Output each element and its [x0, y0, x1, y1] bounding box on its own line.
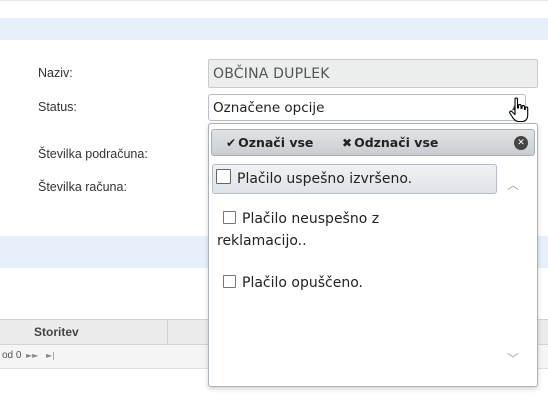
chevron-down-icon[interactable]: ﹀: [507, 350, 519, 367]
option-placilo-neuspesno[interactable]: Plačilo neuspešno z reklamacijo..: [217, 208, 497, 252]
close-circle-icon[interactable]: ✕: [514, 136, 528, 150]
status-select[interactable]: Označene opcije: [208, 94, 526, 121]
x-mark-icon: ✖: [342, 136, 353, 150]
check-all-label: Označi vse: [238, 135, 314, 150]
option-label-line1: Plačilo neuspešno z: [242, 211, 380, 227]
checkmark-icon: ✔: [226, 136, 237, 150]
top-divider: [0, 0, 548, 1]
option-checkbox[interactable]: [223, 275, 236, 288]
section-header-band: [0, 18, 548, 40]
option-checkbox[interactable]: [223, 211, 236, 224]
last-page-icon[interactable]: ►|: [46, 351, 55, 360]
option-label-line2: reklamacijo..: [217, 233, 307, 249]
chevron-up-icon[interactable]: ︿: [507, 176, 519, 193]
option-placilo-opusceno[interactable]: Plačilo opuščeno.: [217, 272, 497, 294]
check-all-button[interactable]: ✔ Označi vse: [226, 135, 313, 150]
next-page-icon[interactable]: ►►: [26, 351, 38, 360]
column-divider: [167, 320, 168, 345]
option-label: Plačilo uspešno izvršeno.: [237, 171, 413, 187]
status-dropdown-panel: ✔ Označi vse ✖ Odznači vse ✕ Plačilo uspeš…: [208, 123, 538, 387]
uncheck-all-label: Odznači vse: [354, 135, 439, 150]
dropdown-header: ✔ Označi vse ✖ Odznači vse ✕: [211, 129, 535, 156]
column-header-storitev[interactable]: Storitev: [34, 325, 79, 339]
option-placilo-uspesno[interactable]: Plačilo uspešno izvršeno.: [212, 164, 497, 194]
status-label: Status:: [38, 100, 77, 114]
racun-label: Številka računa:: [38, 180, 127, 194]
pager-text: od 0: [2, 350, 22, 361]
naziv-field: OBČINA DUPLEK: [208, 59, 538, 88]
naziv-label: Naziv:: [38, 66, 73, 80]
option-checkbox[interactable]: [216, 169, 231, 184]
uncheck-all-button[interactable]: ✖ Odznači vse: [342, 135, 438, 150]
hand-pointer-icon: [509, 97, 529, 123]
podracun-label: Številka podračuna:: [38, 147, 148, 161]
option-label: Plačilo opuščeno.: [242, 275, 363, 291]
